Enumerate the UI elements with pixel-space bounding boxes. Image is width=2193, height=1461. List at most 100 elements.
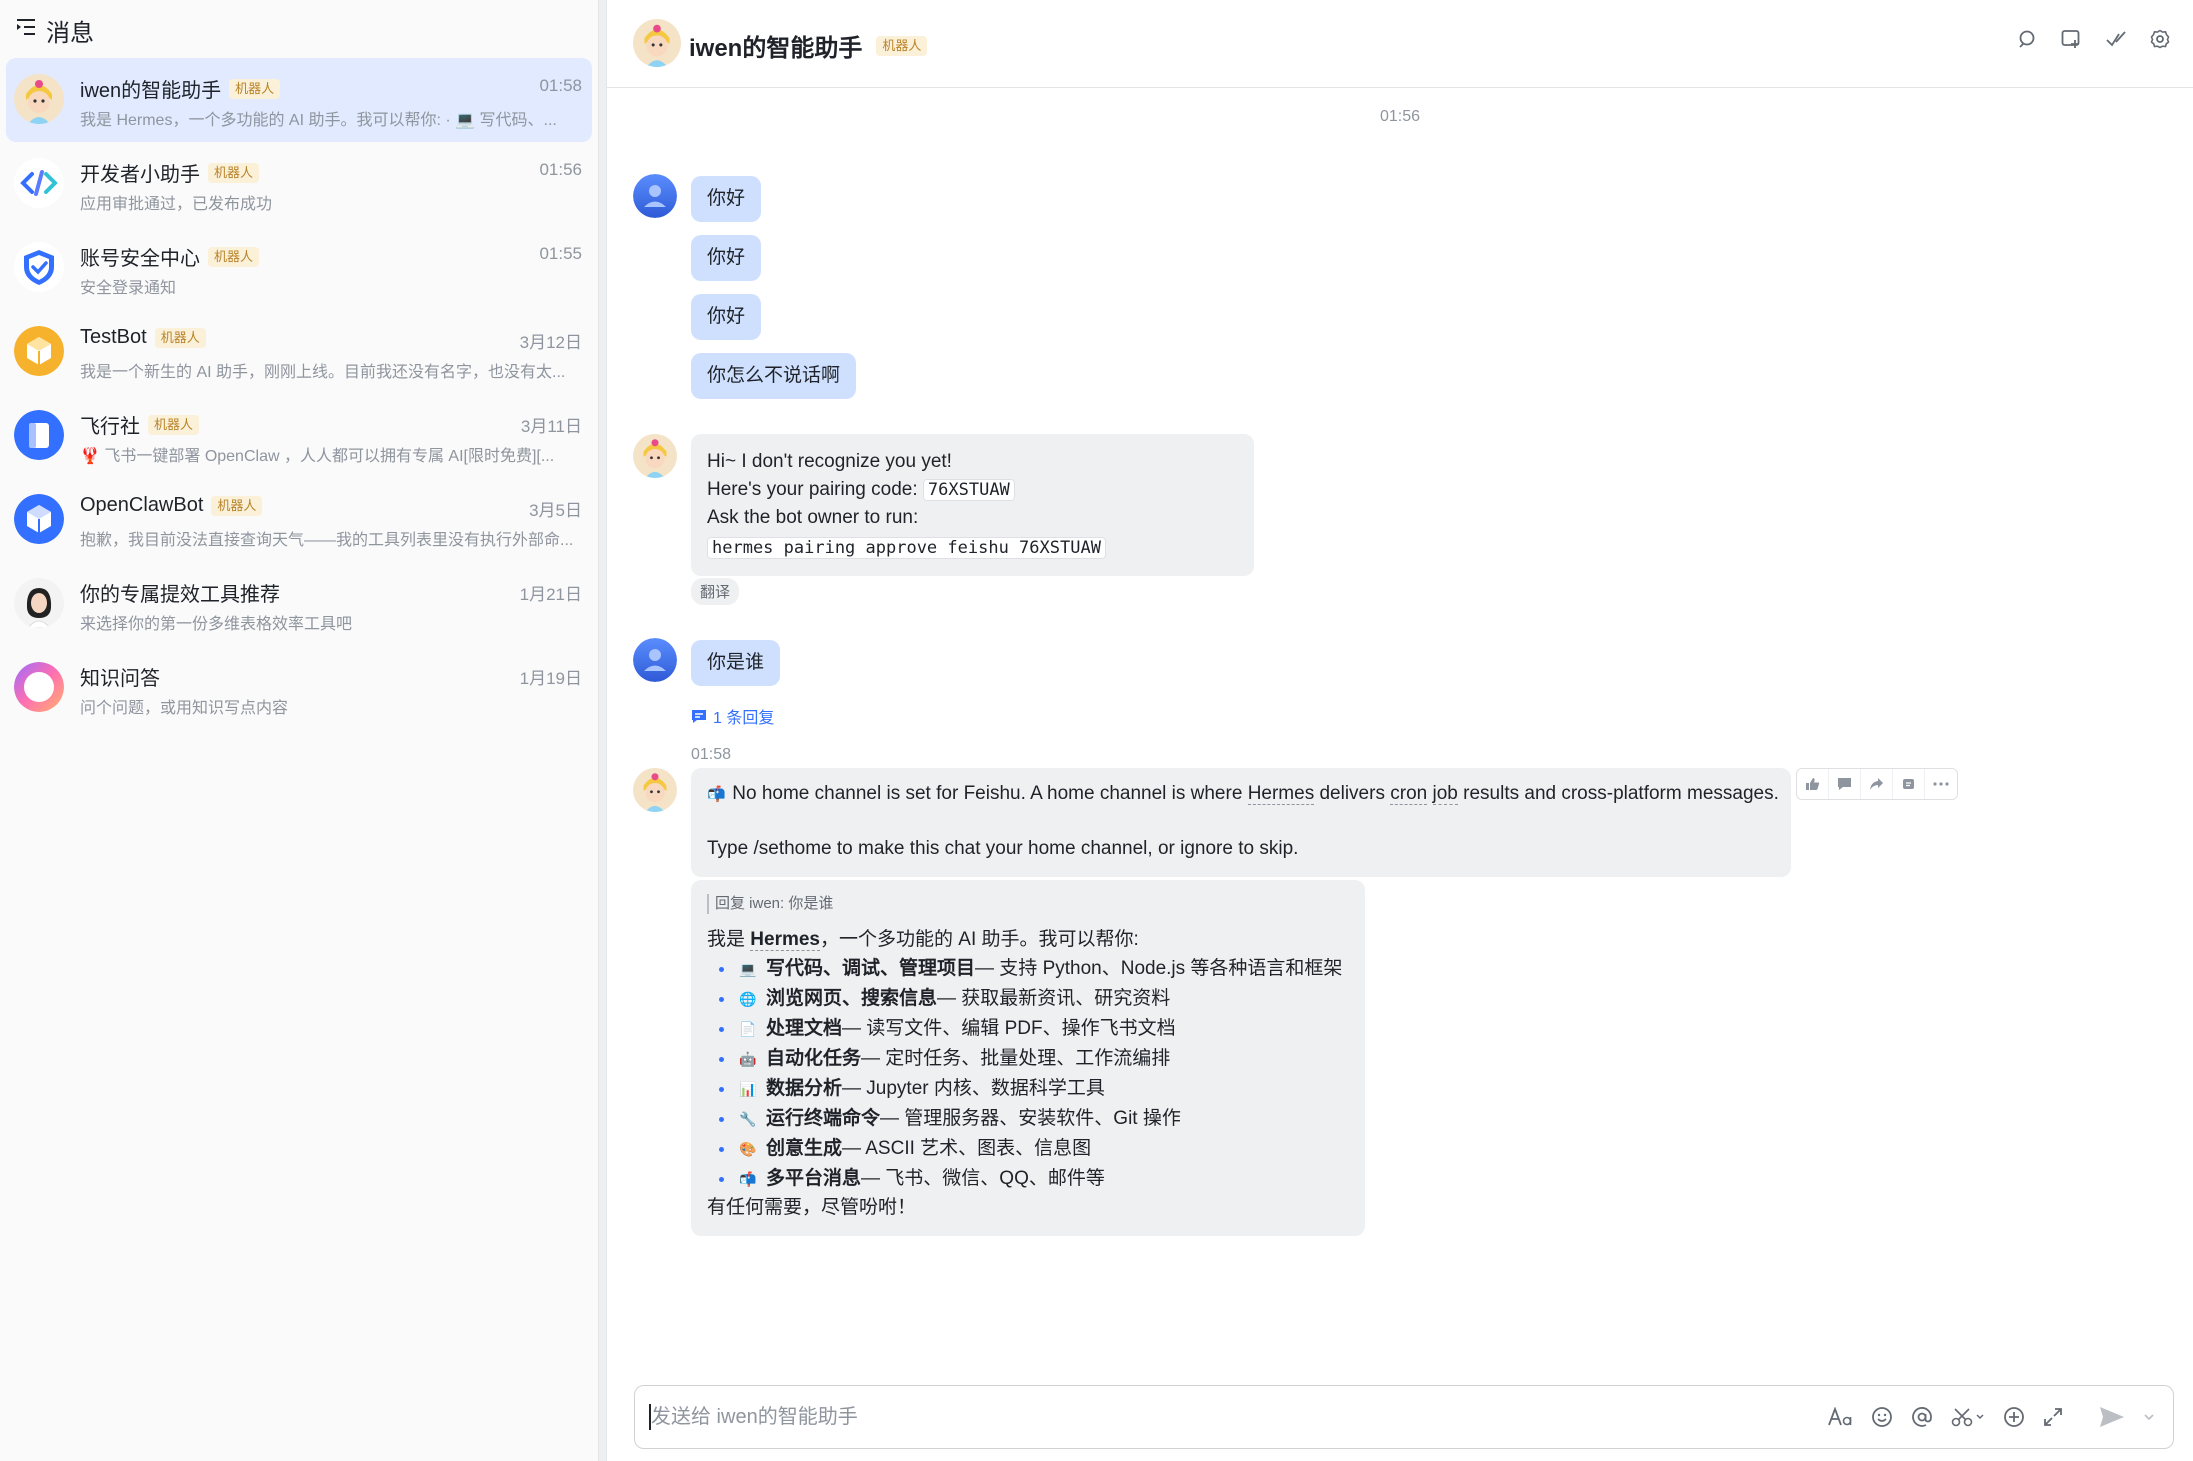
comment-icon[interactable] — [1829, 769, 1861, 799]
conversation-name: 账号安全中心 — [80, 248, 200, 270]
conversation-time: 3月12日 — [519, 333, 582, 352]
conversation-preview: 🦞 飞书一键部署 OpenClaw ，人人都可以拥有专属 AI[限时免费][..… — [80, 448, 555, 465]
conversation-item-developer-helper[interactable]: 开发者小助手 机器人 01:56 应用审批通过，已发布成功 — [6, 142, 592, 226]
reply-thread-link[interactable]: 1 条回复 — [691, 704, 774, 728]
conversation-preview: 来选择你的第一份多维表格效率工具吧 — [80, 616, 353, 633]
conversation-item-tool-recommend[interactable]: 你的专属提效工具推荐 1月21日 来选择你的第一份多维表格效率工具吧 — [6, 562, 592, 646]
bot-avatar[interactable] — [633, 434, 677, 478]
bot-tag: 机器人 — [148, 414, 200, 435]
conversation-name: OpenClawBot — [80, 494, 204, 516]
conversation-time: 01:55 — [539, 244, 582, 263]
forward-icon[interactable] — [1861, 769, 1893, 799]
search-icon[interactable] — [2017, 28, 2039, 50]
translate-button[interactable]: 翻译 — [691, 578, 740, 605]
expand-icon[interactable] — [2043, 1402, 2063, 1432]
palette-icon: 🎨 — [739, 1141, 757, 1157]
sidebar-header: 消息 — [16, 12, 94, 48]
bot-message-home-channel[interactable]: 📬 No home channel is set for Feishu. A h… — [691, 768, 1791, 877]
bot-message-capabilities[interactable]: 回复 iwen: 你是谁 我是 Hermes，一个多功能的 AI 助手。我可以帮… — [691, 880, 1365, 1236]
user-avatar[interactable] — [633, 638, 677, 682]
conversation-time: 01:56 — [539, 160, 582, 179]
reply-quote[interactable]: 回复 iwen: 你是谁 — [707, 894, 1349, 914]
more-icon[interactable] — [1925, 769, 1957, 799]
conversation-item-feixingshe[interactable]: 飞行社 机器人 3月11日 🦞 飞书一键部署 OpenClaw ，人人都可以拥有专… — [6, 394, 592, 478]
conversation-name: iwen的智能助手 — [80, 80, 222, 102]
gear-icon[interactable] — [2149, 28, 2171, 50]
conversation-time: 1月19日 — [519, 669, 582, 688]
conversation-time: 3月5日 — [529, 501, 582, 520]
conversation-preview: 应用审批通过，已发布成功 — [80, 196, 273, 213]
conversation-name: 知识问答 — [80, 668, 160, 690]
collapse-menu-icon[interactable] — [16, 18, 36, 42]
user-message[interactable]: 你好 — [691, 235, 762, 281]
conversation-preview: 我是一个新生的 AI 助手，刚刚上线。目前我还没有名字，也没有太... — [80, 364, 566, 381]
user-message[interactable]: 你好 — [691, 176, 762, 222]
bot-avatar[interactable] — [633, 768, 677, 812]
list-item: 📊 数据分析 — Jupyter 内核、数据科学工具 — [707, 1074, 1349, 1104]
bot-tag: 机器人 — [154, 327, 206, 348]
bot-tag: 机器人 — [208, 246, 260, 267]
pairing-line: Ask the bot owner to run: — [707, 507, 919, 528]
scissors-icon[interactable] — [1951, 1402, 1985, 1432]
user-avatar[interactable] — [633, 174, 677, 218]
conversation-item-testbot[interactable]: TestBot 机器人 3月12日 我是一个新生的 AI 助手，刚刚上线。目前我还… — [6, 310, 592, 394]
shield-icon — [14, 242, 64, 292]
bar-chart-icon: 📊 — [739, 1081, 757, 1097]
bot-tag: 机器人 — [211, 495, 263, 516]
conversation-time: 3月11日 — [520, 417, 582, 436]
ring-icon — [14, 662, 64, 712]
message-time: 01:58 — [691, 746, 732, 763]
bot-tag: 机器人 — [876, 35, 928, 56]
pairing-line: Hi~ I don't recognize you yet! — [707, 451, 952, 472]
comment-icon — [692, 709, 706, 723]
conversation-preview: 问个问题，或用知识写点内容 — [80, 700, 289, 717]
list-item: 🔧 运行终端命令 — 管理服务器、安装软件、Git 操作 — [707, 1104, 1349, 1134]
conversation-item-account-security[interactable]: 账号安全中心 机器人 01:55 安全登录通知 — [6, 226, 592, 310]
composer-toolbar — [1827, 1402, 2155, 1432]
emoji-icon[interactable] — [1871, 1402, 1893, 1432]
checkmark-icon[interactable] — [2105, 28, 2127, 50]
add-group-icon[interactable] — [2061, 28, 2083, 50]
conversation-name: 你的专属提效工具推荐 — [80, 584, 280, 606]
user-message[interactable]: 你好 — [691, 294, 762, 340]
send-icon[interactable] — [2099, 1402, 2125, 1432]
sidebar-title: 消息 — [46, 19, 94, 47]
person-avatar — [14, 578, 64, 628]
mailbox-icon: 📬 — [707, 786, 726, 803]
robot-icon: 🤖 — [739, 1051, 757, 1067]
home-channel-line: 📬 No home channel is set for Feishu. A h… — [707, 780, 1779, 809]
globe-icon: 🌐 — [739, 991, 757, 1007]
outro-line: 有任何需要，尽管吩咐！ — [707, 1197, 917, 1218]
user-message[interactable]: 你是谁 — [691, 640, 781, 686]
conversation-list: iwen的智能助手 机器人 01:58 我是 Hermes，一个多功能的 AI 助… — [0, 58, 598, 730]
conversation-item-openclawbot[interactable]: OpenClawBot 机器人 3月5日 抱歉，我目前没法直接查询天气——我的工具… — [6, 478, 592, 562]
chevron-down-icon[interactable] — [2143, 1402, 2155, 1432]
sidebar-resize-handle[interactable] — [598, 0, 607, 1461]
reply-count-text: 1 条回复 — [713, 710, 775, 727]
message-input[interactable] — [651, 1398, 1751, 1436]
pin-icon[interactable] — [1893, 769, 1925, 799]
header-actions — [2017, 28, 2171, 50]
conversation-preview: 抱歉，我目前没法直接查询天气——我的工具列表里没有执行外部命... — [80, 532, 574, 549]
pairing-code[interactable]: 76XSTUAW — [922, 479, 1015, 501]
chat-panel: iwen的智能助手 机器人 01:56 你好 你好 你好 你怎么不说话啊 Hi~… — [607, 0, 2193, 1461]
pairing-command[interactable]: hermes pairing approve feishu 76XSTUAW — [707, 537, 1106, 559]
mention-icon[interactable] — [1911, 1402, 1933, 1432]
bot-tag: 机器人 — [229, 78, 281, 99]
message-hover-toolbar — [1796, 768, 1958, 800]
thumbs-up-icon[interactable] — [1797, 769, 1829, 799]
list-item: 🌐 浏览网页、搜索信息 — 获取最新资讯、研究资料 — [707, 984, 1349, 1014]
text-format-icon[interactable] — [1827, 1402, 1853, 1432]
pairing-line: Here's your pairing code: 76XSTUAW — [707, 476, 1238, 504]
bot-message-pairing[interactable]: Hi~ I don't recognize you yet! Here's yo… — [691, 434, 1254, 576]
user-message[interactable]: 你怎么不说话啊 — [691, 353, 857, 399]
time-divider: 01:56 — [1380, 108, 1421, 125]
chat-title[interactable]: iwen的智能助手 — [689, 28, 862, 63]
code-brackets-icon — [14, 158, 64, 208]
bot-avatar[interactable] — [633, 19, 681, 67]
bot-tag: 机器人 — [208, 162, 260, 183]
bot-avatar — [14, 74, 64, 124]
conversation-item-knowledge-qa[interactable]: 知识问答 1月19日 问个问题，或用知识写点内容 — [6, 646, 592, 730]
add-circle-icon[interactable] — [2003, 1402, 2025, 1432]
conversation-item-iwen-assistant[interactable]: iwen的智能助手 机器人 01:58 我是 Hermes，一个多功能的 AI 助… — [6, 58, 592, 142]
